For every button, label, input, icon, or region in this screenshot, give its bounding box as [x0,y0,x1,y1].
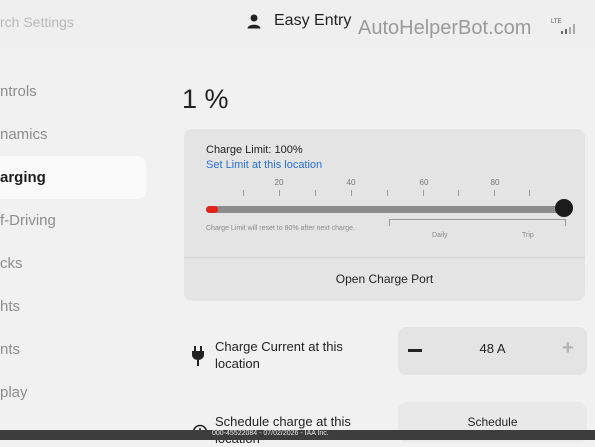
charge-limit-slider[interactable] [206,206,564,213]
network-label: LTE [551,19,562,25]
person-icon [247,14,261,29]
charge-limit-reset-note: Charge Limit will reset to 80% after nex… [206,225,356,232]
search-settings-input[interactable]: rch Settings [0,14,74,30]
battery-level-fill [206,206,218,213]
tick-label-40: 40 [346,178,356,187]
sidebar-item-locks[interactable]: cks [0,242,150,285]
daily-trip-bracket [389,219,566,226]
tick-mark [494,190,495,196]
sidebar-item-display[interactable]: play [0,371,150,414]
tick-mark [387,190,388,196]
profile-name: Easy Entry [274,12,352,29]
schedule-button-label: Schedule [467,415,518,429]
charge-current-stepper: 48 A + [398,327,587,375]
sidebar-item-lights[interactable]: hts [0,285,150,328]
charge-current-label: Charge Current at this location [215,339,343,371]
profile-button[interactable]: Easy Entry [246,12,351,30]
footer-bar: 000-45522084 - 07/02/2026 - IAA Inc. [0,430,595,440]
set-limit-link[interactable]: Set Limit at this location [206,159,322,171]
tick-mark [351,190,352,196]
sidebar-item-dynamics[interactable]: namics [0,113,150,156]
charge-limit-handle[interactable] [555,199,573,217]
sidebar-item-charging[interactable]: arging [0,156,146,199]
sidebar-item-displays[interactable]: nts [0,328,150,371]
footer-text: 000-45522084 - 07/02/2026 - IAA Inc. [212,430,329,437]
tick-mark [529,190,530,196]
watermark: AutoHelperBot.com [358,17,532,39]
sidebar-item-controls[interactable]: ntrols [0,70,150,113]
tick-label-60: 60 [419,178,429,187]
signal-icon [561,24,575,34]
tick-mark [243,190,244,196]
tick-label-20: 20 [274,178,284,187]
battery-percent: 1 % [182,84,229,114]
sidebar: ntrols namics arging f-Driving cks hts n… [0,70,150,414]
plug-icon [192,346,204,366]
open-charge-port-button[interactable]: Open Charge Port [184,258,585,301]
daily-label: Daily [432,232,448,239]
tick-mark [279,190,280,196]
charge-limit-label: Charge Limit: 100% [206,144,303,156]
tick-mark [315,190,316,196]
trip-label: Trip [522,232,534,239]
charge-current-value: 48 A [479,341,506,356]
charge-limit-card: Charge Limit: 100% Set Limit at this loc… [184,129,585,301]
tick-label-80: 80 [490,178,500,187]
tick-mark [458,190,459,196]
top-bar: rch Settings Easy Entry AutoHelperBot.co… [0,0,595,48]
tick-mark [423,190,424,196]
sidebar-item-self-driving[interactable]: f-Driving [0,199,150,242]
increase-current-button[interactable]: + [562,337,574,360]
